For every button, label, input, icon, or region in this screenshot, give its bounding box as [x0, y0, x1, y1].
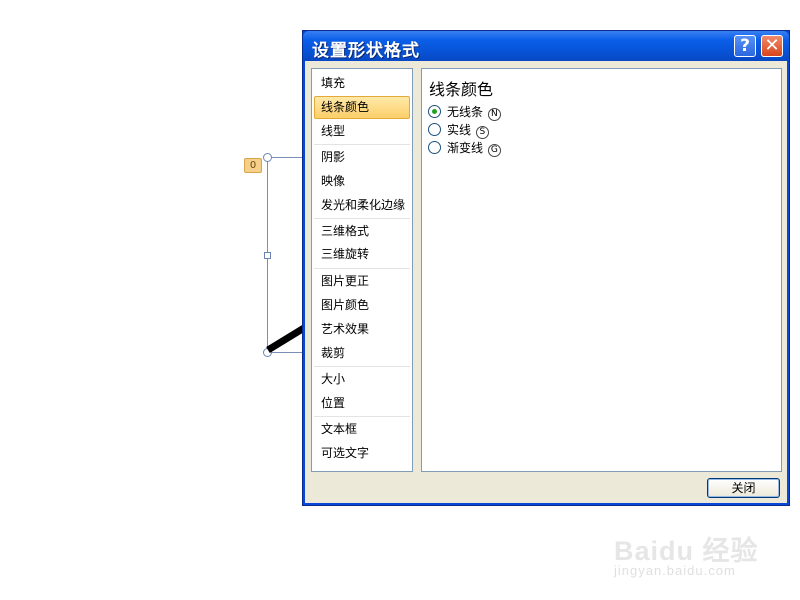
nav-separator: [314, 268, 410, 269]
nav-item-reflection[interactable]: 映像: [314, 170, 410, 193]
option-gradient-line[interactable]: 渐变线 G: [428, 140, 501, 157]
dialog-title: 设置形状格式: [312, 41, 420, 61]
nav-item-shadow[interactable]: 阴影: [314, 146, 410, 169]
line-shape[interactable]: [262, 318, 306, 358]
radio-no-line[interactable]: [428, 105, 441, 118]
help-icon: ?: [740, 36, 750, 56]
close-button[interactable]: 关闭: [707, 478, 780, 498]
line-color-panel: 线条颜色 无线条 N 实线 S 渐变线 G: [421, 68, 782, 472]
option-solid-line-label: 实线: [447, 123, 472, 137]
nav-item-text-box[interactable]: 文本框: [314, 418, 410, 441]
option-no-line-label: 无线条: [447, 105, 484, 119]
nav-separator: [314, 416, 410, 417]
nav-item-3d-rotation[interactable]: 三维旋转: [314, 243, 410, 266]
category-list: 填充 线条颜色 线型 阴影 映像 发光和柔化边缘 三维格式 三维旋转 图片更正 …: [311, 68, 413, 472]
nav-item-alt-text[interactable]: 可选文字: [314, 442, 410, 465]
mnemonic-s: S: [475, 126, 489, 139]
nav-separator: [314, 366, 410, 367]
line-stroke: [266, 325, 306, 353]
resize-handle-left[interactable]: [264, 252, 271, 259]
mnemonic-n: N: [487, 108, 501, 121]
close-icon: ✕: [764, 35, 780, 56]
nav-item-artistic-effects[interactable]: 艺术效果: [314, 318, 410, 341]
option-no-line[interactable]: 无线条 N: [428, 104, 501, 121]
close-window-button[interactable]: ✕: [761, 35, 783, 57]
format-shape-dialog: 设置形状格式 ? ✕ 填充 线条颜色 线型 阴影 映像 发光和柔化边缘 三维格式…: [302, 30, 790, 506]
nav-item-fill[interactable]: 填充: [314, 72, 410, 95]
nav-item-position[interactable]: 位置: [314, 392, 410, 415]
watermark-url: jingyan.baidu.com: [614, 563, 736, 578]
option-solid-line[interactable]: 实线 S: [428, 122, 489, 139]
nav-item-crop[interactable]: 裁剪: [314, 342, 410, 365]
nav-separator: [314, 144, 410, 145]
nav-item-glow-soft-edges[interactable]: 发光和柔化边缘: [314, 194, 410, 217]
watermark: Baidu 经验 jingyan.baidu.com: [612, 517, 772, 587]
option-gradient-line-label: 渐变线: [447, 141, 484, 155]
shape-number-tag: 0: [244, 158, 262, 173]
radio-gradient-line[interactable]: [428, 141, 441, 154]
nav-separator: [314, 218, 410, 219]
nav-item-line-style[interactable]: 线型: [314, 120, 410, 143]
nav-item-picture-color[interactable]: 图片颜色: [314, 294, 410, 317]
mnemonic-g: G: [487, 144, 501, 157]
help-button[interactable]: ?: [734, 35, 756, 57]
nav-item-line-color[interactable]: 线条颜色: [314, 96, 410, 119]
dialog-titlebar[interactable]: 设置形状格式 ? ✕: [303, 31, 789, 61]
resize-handle-top-left[interactable]: [263, 153, 272, 162]
nav-item-picture-corrections[interactable]: 图片更正: [314, 270, 410, 293]
nav-item-3d-format[interactable]: 三维格式: [314, 220, 410, 243]
panel-title: 线条颜色: [429, 80, 494, 99]
radio-solid-line[interactable]: [428, 123, 441, 136]
nav-item-size[interactable]: 大小: [314, 368, 410, 391]
